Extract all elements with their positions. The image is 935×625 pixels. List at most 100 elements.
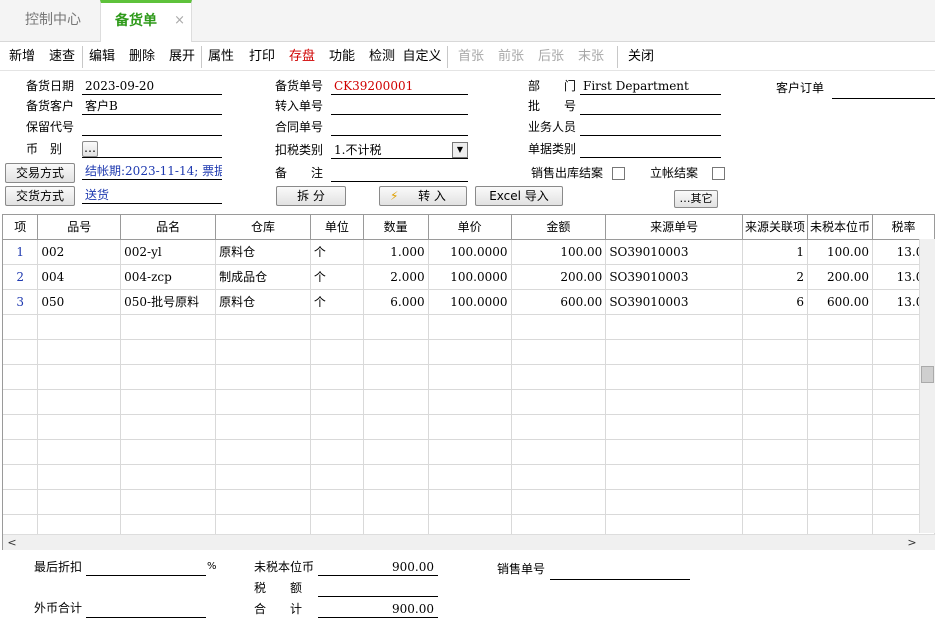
table-cell[interactable]: SO39010003 [605, 239, 744, 265]
scroll-right-icon[interactable]: > [905, 535, 919, 551]
table-cell[interactable]: 050-批号原料 [120, 289, 217, 315]
transfer-no-field[interactable] [331, 98, 468, 115]
table-row[interactable] [3, 464, 935, 490]
column-header[interactable]: 金额 [511, 215, 607, 240]
table-cell[interactable] [363, 414, 429, 440]
table-cell[interactable]: 1 [742, 239, 809, 265]
table-cell[interactable] [215, 389, 311, 415]
table-row[interactable] [3, 339, 935, 365]
table-row[interactable]: 2 004 004-zcp 制成品仓个 2.000 100.0000 200.00 SO390… [3, 264, 935, 290]
table-cell[interactable] [215, 439, 311, 465]
table-cell[interactable] [428, 339, 512, 365]
table-cell[interactable]: 100.00 [511, 239, 607, 265]
table-cell[interactable] [215, 489, 311, 515]
table-cell[interactable] [511, 489, 607, 515]
previous-record-button[interactable]: 前张 [493, 43, 529, 71]
table-cell[interactable] [37, 389, 122, 415]
attributes-button[interactable]: 属性 [203, 43, 239, 71]
first-record-button[interactable]: 首张 [453, 43, 489, 71]
column-header[interactable]: 项 [3, 215, 39, 240]
table-cell[interactable] [37, 339, 122, 365]
table-cell[interactable]: 制成品仓 [215, 264, 311, 290]
last-record-button[interactable]: 末张 [573, 43, 609, 71]
table-cell[interactable]: 004 [37, 264, 122, 290]
vertical-scrollbar[interactable] [919, 239, 935, 533]
table-cell[interactable] [37, 364, 122, 390]
currency-field[interactable]: … [82, 141, 222, 158]
sales-no-field[interactable] [550, 563, 690, 580]
table-cell[interactable]: 6 [742, 289, 809, 315]
delivery-method-field[interactable]: 送货 [82, 187, 222, 204]
table-cell[interactable] [120, 439, 217, 465]
table-cell[interactable] [310, 339, 364, 365]
table-cell[interactable] [511, 414, 607, 440]
print-button[interactable]: 打印 [244, 43, 280, 71]
table-cell[interactable] [120, 364, 217, 390]
table-cell[interactable] [511, 339, 607, 365]
tab-control-center[interactable]: 控制中心 [8, 0, 98, 41]
table-cell[interactable] [605, 339, 744, 365]
table-cell[interactable] [605, 389, 744, 415]
table-cell[interactable]: 600.00 [511, 289, 607, 315]
table-cell[interactable] [310, 389, 364, 415]
table-cell[interactable] [37, 414, 122, 440]
staff-field[interactable] [580, 119, 721, 136]
customer-order-field[interactable] [832, 82, 935, 99]
delete-button[interactable]: 删除 [124, 43, 160, 71]
table-cell[interactable] [363, 439, 429, 465]
table-row[interactable]: 3 050 050-批号原料 原料仓个 6.000 100.0000 600.00 SO390… [3, 289, 935, 315]
table-cell[interactable] [363, 314, 429, 340]
table-cell[interactable] [120, 389, 217, 415]
contract-no-field[interactable] [331, 119, 468, 136]
table-cell[interactable] [215, 414, 311, 440]
edit-button[interactable]: 编辑 [84, 43, 120, 71]
table-row[interactable] [3, 364, 935, 390]
table-cell[interactable] [363, 489, 429, 515]
currency-picker-button[interactable]: … [82, 141, 98, 157]
table-cell[interactable] [511, 389, 607, 415]
table-cell[interactable] [511, 364, 607, 390]
table-cell[interactable] [428, 314, 512, 340]
table-cell[interactable]: 200.00 [807, 264, 873, 290]
table-cell[interactable] [3, 439, 39, 465]
table-cell[interactable]: 004-zcp [120, 264, 217, 290]
table-cell[interactable] [605, 489, 744, 515]
table-cell[interactable] [742, 364, 809, 390]
table-cell[interactable] [807, 414, 873, 440]
close-button[interactable]: 关闭 [623, 43, 659, 71]
table-cell[interactable] [363, 389, 429, 415]
table-cell[interactable] [428, 414, 512, 440]
table-cell[interactable] [37, 314, 122, 340]
table-cell[interactable] [807, 389, 873, 415]
scroll-left-icon[interactable]: < [5, 535, 19, 551]
table-cell[interactable]: 个 [310, 264, 364, 290]
table-cell[interactable] [605, 314, 744, 340]
column-header[interactable]: 单价 [428, 215, 512, 240]
table-cell[interactable] [605, 414, 744, 440]
tab-stock-order[interactable]: 备货单 × [100, 0, 192, 42]
other-button[interactable]: …其它 [674, 190, 718, 208]
column-header[interactable]: 数量 [363, 215, 429, 240]
expand-button[interactable]: 展开 [164, 43, 200, 71]
table-cell[interactable] [605, 464, 744, 490]
table-cell[interactable] [428, 489, 512, 515]
next-record-button[interactable]: 后张 [533, 43, 569, 71]
table-cell[interactable]: 100.0000 [428, 239, 512, 265]
table-row[interactable] [3, 439, 935, 465]
table-cell[interactable] [511, 464, 607, 490]
account-close-checkbox[interactable] [712, 167, 725, 180]
column-header[interactable]: 品号 [37, 215, 122, 240]
table-cell[interactable] [3, 314, 39, 340]
table-cell[interactable]: 个 [310, 239, 364, 265]
close-icon[interactable]: × [174, 3, 185, 39]
table-cell[interactable] [3, 414, 39, 440]
table-cell[interactable] [310, 364, 364, 390]
table-cell[interactable]: 2 [3, 264, 39, 290]
table-cell[interactable] [428, 464, 512, 490]
table-cell[interactable] [215, 464, 311, 490]
table-cell[interactable] [310, 414, 364, 440]
customer-field[interactable]: 客户B [82, 98, 222, 115]
note-field[interactable] [331, 165, 468, 182]
column-header[interactable]: 税率 [872, 215, 935, 240]
table-cell[interactable] [807, 464, 873, 490]
